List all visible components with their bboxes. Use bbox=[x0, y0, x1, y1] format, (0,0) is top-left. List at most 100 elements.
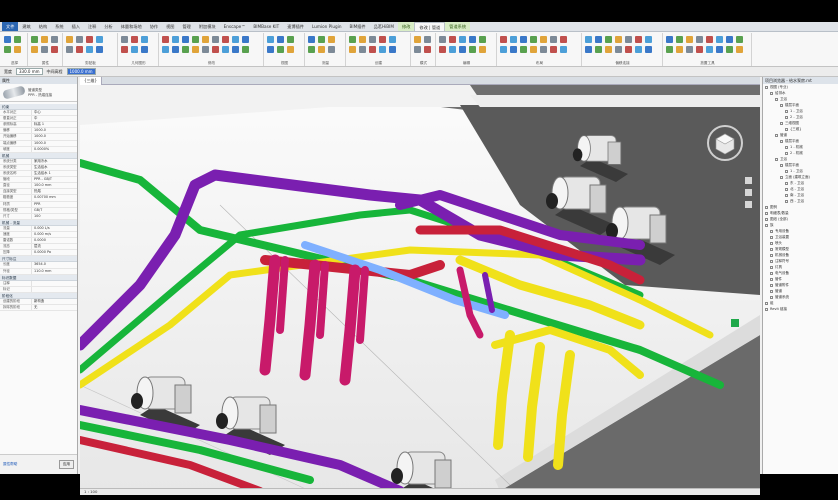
ribbon-tab[interactable]: 品茗HiBIM bbox=[370, 22, 398, 31]
ribbon-tool-icon[interactable] bbox=[389, 36, 396, 43]
expand-icon[interactable] bbox=[785, 151, 788, 155]
ribbon-tool-icon[interactable] bbox=[459, 46, 466, 53]
ribbon-tool-icon[interactable] bbox=[736, 46, 743, 53]
ribbon-tool-icon[interactable] bbox=[308, 36, 315, 43]
expand-icon[interactable] bbox=[785, 109, 788, 113]
property-value[interactable]: GB/T bbox=[32, 208, 77, 213]
expand-icon[interactable] bbox=[765, 223, 768, 227]
expand-icon[interactable] bbox=[770, 265, 773, 269]
expand-icon[interactable] bbox=[785, 187, 788, 191]
ribbon-tool-icon[interactable] bbox=[520, 36, 527, 43]
browser-node[interactable]: Revit 链接 bbox=[763, 306, 838, 312]
ribbon-tool-icon[interactable] bbox=[469, 46, 476, 53]
ribbon-tool-icon[interactable] bbox=[222, 36, 229, 43]
ribbon-tool-icon[interactable] bbox=[121, 36, 128, 43]
ribbon-tool-icon[interactable] bbox=[66, 36, 73, 43]
expand-icon[interactable] bbox=[785, 127, 788, 131]
ribbon-tool-icon[interactable] bbox=[14, 46, 21, 53]
ribbon-tab[interactable]: 修改 bbox=[398, 22, 415, 31]
ribbon-tool-icon[interactable] bbox=[625, 46, 632, 53]
offset-field[interactable]: 1000.0 mm bbox=[66, 68, 96, 75]
ribbon-tool-icon[interactable] bbox=[520, 46, 527, 53]
navigation-bar[interactable] bbox=[745, 177, 752, 208]
ribbon-tool-icon[interactable] bbox=[676, 36, 683, 43]
ribbon-tool-icon[interactable] bbox=[726, 46, 733, 53]
ribbon-tab[interactable]: 结构 bbox=[35, 22, 51, 31]
property-value[interactable]: PPR bbox=[32, 202, 77, 207]
ribbon-tool-icon[interactable] bbox=[686, 46, 693, 53]
property-value[interactable] bbox=[32, 287, 77, 292]
expand-icon[interactable] bbox=[770, 277, 773, 281]
ribbon-tool-icon[interactable] bbox=[500, 46, 507, 53]
property-value[interactable]: 1000.0 bbox=[32, 128, 77, 133]
ribbon-tool-icon[interactable] bbox=[141, 36, 148, 43]
ribbon-tool-icon[interactable] bbox=[424, 46, 431, 53]
ribbon-tool-icon[interactable] bbox=[449, 36, 456, 43]
ribbon-tab[interactable]: 管道系统 bbox=[445, 22, 471, 31]
ribbon-tool-icon[interactable] bbox=[96, 36, 103, 43]
property-value[interactable]: 1000.0 bbox=[32, 134, 77, 139]
ribbon-tool-icon[interactable] bbox=[379, 36, 386, 43]
type-selector[interactable]: 管道类型 PPR - 热熔连接 bbox=[0, 84, 77, 102]
ribbon-tool-icon[interactable] bbox=[595, 46, 602, 53]
expand-icon[interactable] bbox=[770, 91, 773, 95]
expand-icon[interactable] bbox=[765, 85, 768, 89]
ribbon-tool-icon[interactable] bbox=[202, 46, 209, 53]
expand-icon[interactable] bbox=[770, 241, 773, 245]
ribbon-tool-icon[interactable] bbox=[635, 36, 642, 43]
property-value[interactable]: 家用冷水 bbox=[32, 159, 77, 164]
ribbon-tool-icon[interactable] bbox=[459, 36, 466, 43]
ribbon-tool-icon[interactable] bbox=[414, 36, 421, 43]
property-value[interactable]: 0.0000 bbox=[32, 238, 77, 243]
ribbon-tool-icon[interactable] bbox=[540, 36, 547, 43]
ribbon-tab[interactable]: 速博插件 bbox=[283, 22, 308, 31]
ribbon-tool-icon[interactable] bbox=[318, 46, 325, 53]
ribbon-tool-icon[interactable] bbox=[500, 36, 507, 43]
expand-icon[interactable] bbox=[780, 139, 783, 143]
expand-icon[interactable] bbox=[765, 211, 768, 215]
ribbon-tool-icon[interactable] bbox=[615, 46, 622, 53]
ribbon-tool-icon[interactable] bbox=[41, 36, 48, 43]
ribbon-tool-icon[interactable] bbox=[530, 46, 537, 53]
property-value[interactable]: 100.0 mm bbox=[32, 183, 77, 188]
ribbon-tab[interactable]: 修改 | 管道 bbox=[414, 22, 446, 31]
ribbon-tool-icon[interactable] bbox=[31, 46, 38, 53]
ribbon-tool-icon[interactable] bbox=[76, 46, 83, 53]
expand-icon[interactable] bbox=[770, 253, 773, 257]
ribbon-tool-icon[interactable] bbox=[479, 36, 486, 43]
property-value[interactable]: 层流 bbox=[32, 244, 77, 249]
ribbon-tool-icon[interactable] bbox=[645, 46, 652, 53]
expand-icon[interactable] bbox=[780, 103, 783, 107]
property-value[interactable]: 0.0000 Pa bbox=[32, 250, 77, 255]
ribbon-tab[interactable]: BIM插件 bbox=[346, 22, 370, 31]
magenta-riser-pipe[interactable] bbox=[356, 266, 369, 344]
ribbon-tool-icon[interactable] bbox=[162, 46, 169, 53]
ribbon-tab[interactable]: 分析 bbox=[100, 22, 116, 31]
expand-icon[interactable] bbox=[775, 97, 778, 101]
ribbon-tool-icon[interactable] bbox=[676, 46, 683, 53]
ribbon-tool-icon[interactable] bbox=[585, 46, 592, 53]
ribbon-tool-icon[interactable] bbox=[585, 36, 592, 43]
ribbon-tool-icon[interactable] bbox=[96, 46, 103, 53]
expand-icon[interactable] bbox=[770, 271, 773, 275]
ribbon-tool-icon[interactable] bbox=[287, 46, 294, 53]
ribbon-tool-icon[interactable] bbox=[706, 46, 713, 53]
ribbon-tool-icon[interactable] bbox=[424, 36, 431, 43]
ribbon-tool-icon[interactable] bbox=[318, 36, 325, 43]
ribbon-tool-icon[interactable] bbox=[277, 36, 284, 43]
expand-icon[interactable] bbox=[780, 163, 783, 167]
ribbon-tab[interactable]: 协作 bbox=[146, 22, 162, 31]
ribbon-tool-icon[interactable] bbox=[469, 36, 476, 43]
expand-icon[interactable] bbox=[770, 283, 773, 287]
ribbon-tool-icon[interactable] bbox=[192, 36, 199, 43]
ribbon-tool-icon[interactable] bbox=[308, 46, 315, 53]
property-value[interactable]: 热熔 bbox=[32, 189, 77, 194]
ribbon-tab[interactable]: Enscape™ bbox=[220, 22, 250, 31]
ribbon-tool-icon[interactable] bbox=[41, 46, 48, 53]
ribbon-tool-icon[interactable] bbox=[162, 36, 169, 43]
ribbon-tool-icon[interactable] bbox=[232, 46, 239, 53]
expand-icon[interactable] bbox=[770, 229, 773, 233]
ribbon-tool-icon[interactable] bbox=[172, 46, 179, 53]
ribbon-tool-icon[interactable] bbox=[560, 36, 567, 43]
property-value[interactable]: 0.000 m/s bbox=[32, 232, 77, 237]
